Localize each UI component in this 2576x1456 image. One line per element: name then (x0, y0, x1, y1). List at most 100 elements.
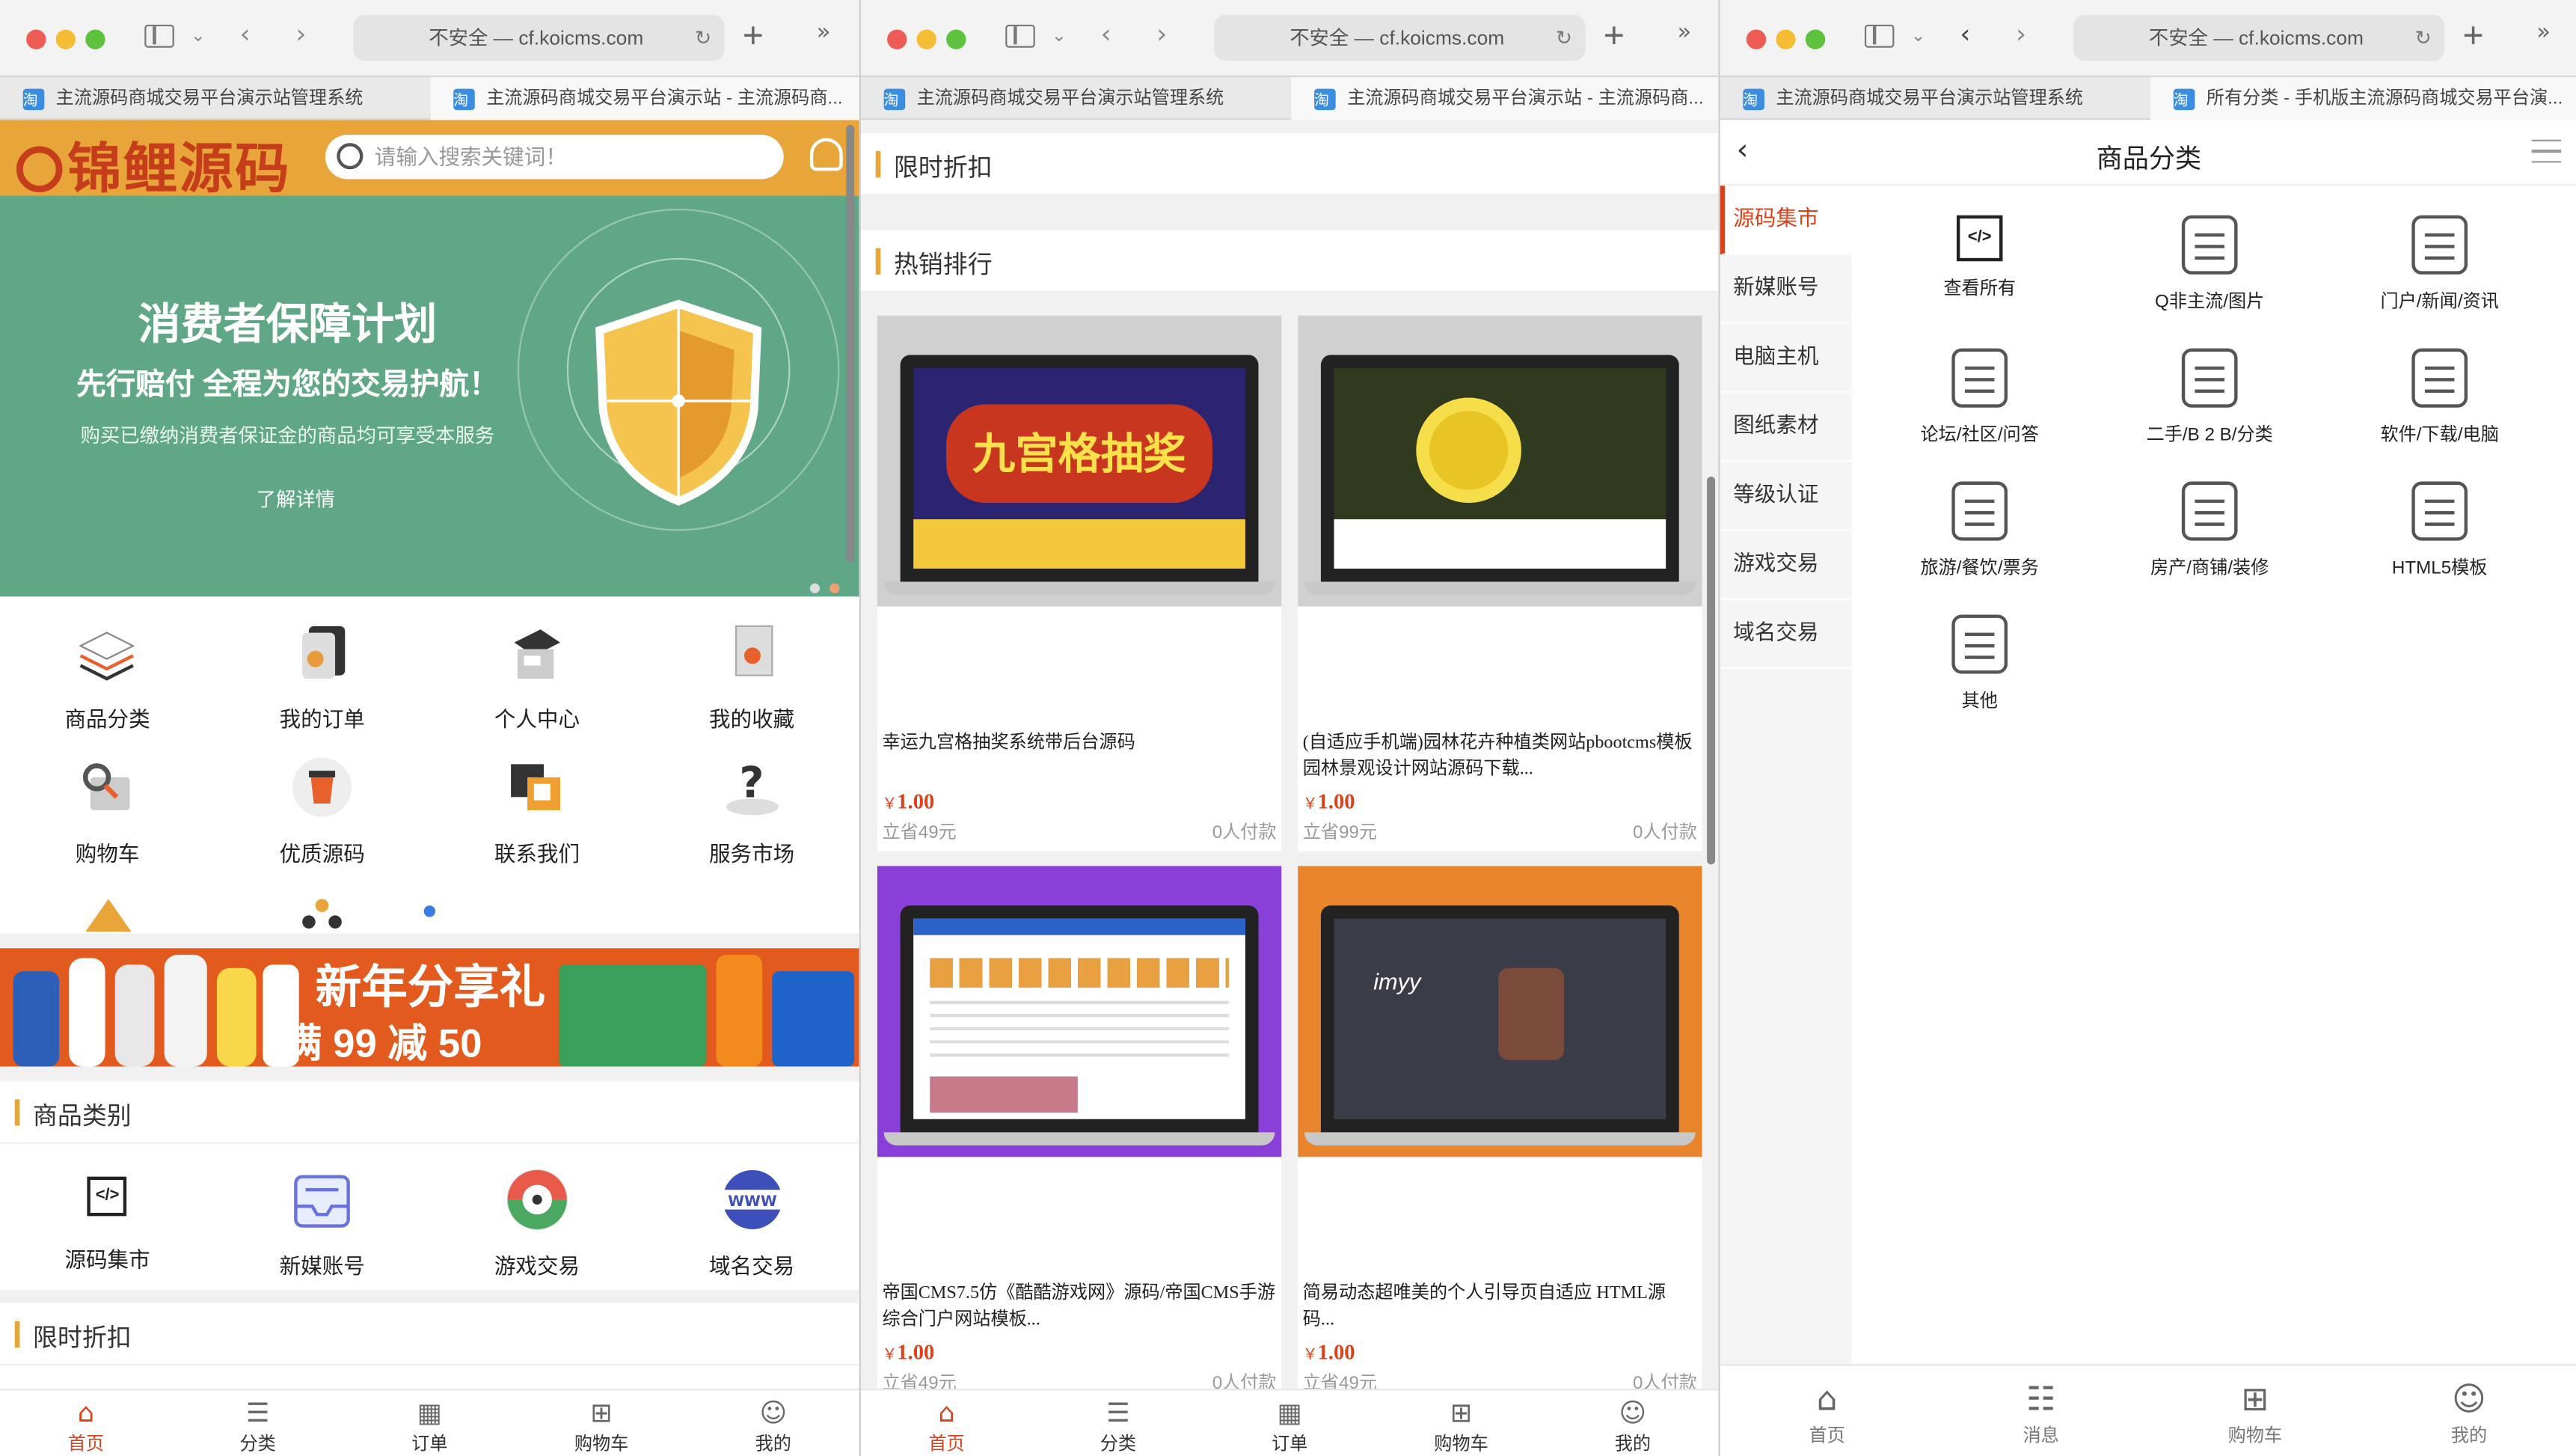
zoom-button[interactable] (85, 29, 105, 49)
sidebar-item-media-account[interactable]: 新媒账号 (1720, 254, 1852, 324)
zoom-button[interactable] (946, 29, 966, 49)
tab-admin[interactable]: 主流源码商城交易平台演示站管理系统 (1720, 77, 2149, 120)
close-button[interactable] (1746, 29, 1767, 49)
tab-home[interactable]: 主流源码商城交易平台演示站 - 主流源码商... (1291, 77, 1719, 120)
minimize-button[interactable] (55, 29, 76, 49)
sidebar-item-drawings[interactable]: 图纸素材 (1720, 393, 1852, 462)
nav-cart[interactable]: ⊞ 购物车 (515, 1390, 687, 1456)
category-item-game-trade[interactable]: 游戏交易 (429, 1144, 644, 1292)
subcategory-item[interactable]: Q非主流/图片 (2094, 186, 2325, 319)
minimize-button[interactable] (1776, 29, 1796, 49)
subcategory-item[interactable]: 其他 (1865, 585, 2095, 718)
scrollbar[interactable] (1707, 476, 1716, 865)
nav-category[interactable]: ☰ 分类 (1032, 1390, 1203, 1456)
category-item-domain-trade[interactable]: WWW 域名交易 (645, 1144, 859, 1292)
carousel-dot-active[interactable] (829, 583, 840, 593)
user-icon[interactable] (809, 138, 843, 171)
nav-me[interactable]: ☺ 我的 (687, 1390, 859, 1456)
reload-icon[interactable]: ↻ (1556, 15, 1572, 61)
menu-item-category[interactable]: 商品分类 (0, 596, 215, 731)
close-button[interactable] (26, 29, 46, 49)
product-name[interactable]: 幸运九宫格抽奖系统带后台源码 (882, 729, 1276, 756)
more-tabs-icon[interactable]: » (817, 19, 831, 46)
subcategory-item[interactable]: </> 查看所有 (1865, 186, 2095, 319)
close-button[interactable] (887, 29, 907, 49)
forward-arrow-icon[interactable]: › (295, 18, 306, 49)
tab-admin[interactable]: 主流源码商城交易平台演示站管理系统 (861, 77, 1289, 120)
forward-arrow-icon[interactable]: › (2016, 18, 2026, 49)
menu-item-quality-code[interactable]: 优质源码 (215, 731, 429, 866)
sidebar-icon[interactable] (144, 24, 174, 48)
product-card[interactable]: (自适应手机端)园林花卉种植类网站pbootcms模板 园林景观设计网站源码下载… (1298, 315, 1702, 851)
product-name[interactable]: 帝国CMS7.5仿《酷酷游戏网》源码/帝国CMS手游综合门户网站模板... (882, 1280, 1276, 1333)
category-item-source-code[interactable]: </> 源码集市 (0, 1144, 215, 1292)
chevron-down-icon[interactable]: ⌄ (1910, 25, 1925, 46)
menu-item-cart[interactable]: 购物车 (0, 731, 215, 866)
menu-item-service-market[interactable]: ? 服务市场 (645, 731, 859, 866)
more-tabs-icon[interactable]: » (2536, 19, 2551, 46)
page-indicator[interactable] (423, 905, 436, 917)
forward-arrow-icon[interactable]: › (1156, 18, 1167, 49)
product-card[interactable]: imyy 简易动态超唯美的个人引导页自适应 HTML源码... ￥1.00 立省… (1298, 866, 1702, 1389)
reload-icon[interactable]: ↻ (2415, 15, 2432, 61)
menu-item-contact[interactable]: 联系我们 (429, 731, 644, 866)
hero-link[interactable]: 了解详情 (0, 485, 592, 513)
chevron-down-icon[interactable]: ⌄ (191, 25, 206, 46)
minimize-button[interactable] (916, 29, 936, 49)
subcategory-item[interactable]: HTML5模板 (2325, 452, 2555, 585)
address-bar[interactable]: 不安全 — cf.koicms.com ↻ (1214, 14, 1586, 61)
nav-category[interactable]: ☰ 分类 (172, 1390, 344, 1456)
category-item-media-account[interactable]: 新媒账号 (215, 1144, 429, 1292)
promo-banner[interactable]: 新年分享礼 满 99 减 50 (0, 948, 859, 1067)
carousel-dot[interactable] (809, 583, 821, 593)
product-name[interactable]: 简易动态超唯美的个人引导页自适应 HTML源码... (1303, 1280, 1697, 1333)
subcategory-item[interactable]: 软件/下载/电脑 (2325, 319, 2555, 452)
product-card[interactable]: 帝国CMS7.5仿《酷酷游戏网》源码/帝国CMS手游综合门户网站模板... ￥1… (877, 866, 1282, 1389)
search-input[interactable]: 请输入搜索关键词！ (325, 135, 784, 180)
menu-item-profile[interactable]: 个人中心 (429, 596, 644, 731)
sidebar-icon[interactable] (1005, 24, 1035, 48)
nav-orders[interactable]: ▦ 订单 (343, 1390, 515, 1456)
nav-me[interactable]: ☺ 我的 (1547, 1390, 1718, 1456)
new-tab-icon[interactable]: + (2462, 15, 2483, 58)
nav-orders[interactable]: ▦ 订单 (1204, 1390, 1376, 1456)
reload-icon[interactable]: ↻ (695, 15, 711, 61)
nav-cart[interactable]: ⊞ 购物车 (1376, 1390, 1547, 1456)
sidebar-item-game-trade[interactable]: 游戏交易 (1720, 530, 1852, 600)
product-card[interactable]: 九宫格抽奖 幸运九宫格抽奖系统带后台源码 ￥1.00 立省49元 0人付款 (877, 315, 1282, 851)
menu-item-orders[interactable]: 我的订单 (215, 596, 429, 731)
nav-me[interactable]: ☺ 我的 (2362, 1365, 2576, 1456)
back-arrow-icon[interactable]: ‹ (1960, 18, 1970, 49)
sidebar-item-source-code[interactable]: 源码集市 (1720, 186, 1852, 255)
subcategory-item[interactable]: 二手/B 2 B/分类 (2094, 319, 2325, 452)
scrollbar[interactable] (846, 124, 855, 563)
subcategory-item[interactable]: 论坛/社区/问答 (1865, 319, 2095, 452)
new-tab-icon[interactable]: + (743, 15, 764, 58)
tab-categories[interactable]: 所有分类 - 手机版主流源码商城交易平台演... (2150, 77, 2576, 120)
new-tab-icon[interactable]: + (1604, 15, 1625, 58)
subcategory-item[interactable]: 旅游/餐饮/票务 (1865, 452, 2095, 585)
zoom-button[interactable] (1805, 29, 1826, 49)
nav-home[interactable]: ⌂ 首页 (861, 1390, 1032, 1456)
sidebar-icon[interactable] (1864, 24, 1895, 48)
back-arrow-icon[interactable]: ‹ (240, 18, 251, 49)
sidebar-item-domain-trade[interactable]: 域名交易 (1720, 600, 1852, 669)
nav-cart[interactable]: ⊞ 购物车 (2148, 1365, 2362, 1456)
back-arrow-icon[interactable]: ‹ (1101, 18, 1111, 49)
tab-home[interactable]: 主流源码商城交易平台演示站 - 主流源码商... (430, 77, 859, 120)
address-bar[interactable]: 不安全 — cf.koicms.com ↻ (353, 14, 725, 61)
menu-item-favorites[interactable]: 我的收藏 (645, 596, 859, 731)
subcategory-item[interactable]: 房产/商铺/装修 (2094, 452, 2325, 585)
nav-home[interactable]: ⌂ 首页 (1720, 1365, 1934, 1456)
menu-icon[interactable] (2531, 139, 2562, 163)
subcategory-item[interactable]: 门户/新闻/资讯 (2325, 186, 2555, 319)
nav-messages[interactable]: ☷ 消息 (1934, 1365, 2148, 1456)
address-bar[interactable]: 不安全 — cf.koicms.com ↻ (2073, 14, 2445, 61)
chevron-down-icon[interactable]: ⌄ (1052, 25, 1067, 46)
nav-home[interactable]: ⌂ 首页 (0, 1390, 172, 1456)
sidebar-item-pc[interactable]: 电脑主机 (1720, 324, 1852, 393)
product-name[interactable]: (自适应手机端)园林花卉种植类网站pbootcms模板 园林景观设计网站源码下载… (1303, 729, 1697, 782)
hero-banner[interactable]: 消费者保障计划 先行赔付 全程为您的交易护航！ 购买已缴纳消费者保证金的商品均可… (0, 195, 859, 597)
more-tabs-icon[interactable]: » (1678, 19, 1692, 46)
sidebar-item-level-cert[interactable]: 等级认证 (1720, 462, 1852, 531)
